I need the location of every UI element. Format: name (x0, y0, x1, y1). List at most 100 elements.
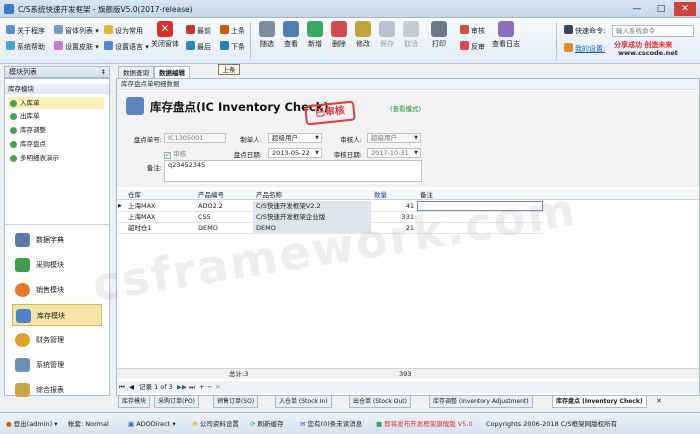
prev-button[interactable]: 上条 (220, 24, 245, 38)
approve-button[interactable]: 审核 (460, 24, 485, 38)
maximize-button[interactable]: □ (650, 2, 672, 16)
user-icon (564, 43, 573, 52)
module-reports[interactable]: 综合报表 (12, 379, 102, 401)
prev-page-icon[interactable]: ◀ (129, 381, 134, 393)
chevron-down-icon: ▼ (315, 135, 319, 141)
last-label: 最后 (197, 43, 211, 51)
language-button[interactable]: 设置语言 ▾ (104, 40, 149, 54)
minimize-button[interactable]: — (626, 2, 648, 16)
messages-button[interactable]: ✉ 您有(0)条未读消息 (300, 418, 362, 430)
window-list-icon (54, 25, 63, 34)
close-tab-icon[interactable]: ✕ (656, 397, 662, 405)
cancel-edit-icon[interactable]: ✕ (215, 381, 220, 393)
cell-product-code[interactable]: CS5 (195, 212, 253, 222)
print-button[interactable]: 打印 (424, 21, 454, 49)
approve-date-field[interactable]: 2017-10-31 ▼ (367, 148, 421, 158)
col-warehouse[interactable]: 仓库 (125, 190, 195, 199)
quick-command-text: 快速命令: (575, 27, 606, 35)
main-toolbar: 关于程序 系统帮助 窗体列表 ▾ 设置皮肤 ▾ 设为常用 设置语言 ▾ ✕ 关闭窗… (0, 18, 700, 64)
cell-product-code[interactable]: DEMO (195, 223, 253, 233)
quick-command-input[interactable] (612, 25, 694, 37)
next-label: 下条 (231, 43, 245, 51)
sidebar-item-stock-in[interactable]: 入库单 (8, 97, 104, 109)
db-type[interactable]: ▣ ADODirect ▾ (128, 418, 176, 430)
edit-icon (355, 21, 371, 37)
help-button[interactable]: 系统帮助 (6, 40, 45, 54)
next-page-icon[interactable]: ▶▶ (177, 381, 187, 393)
doc-tab-inventory[interactable]: 库存模块 (118, 396, 151, 408)
logout-button[interactable]: ● 登出(admin) ▾ (6, 418, 58, 430)
delete-row-icon[interactable]: − (207, 381, 212, 393)
module-sales[interactable]: 销售模块 (12, 279, 102, 301)
add-icon (307, 21, 323, 37)
unapprove-button[interactable]: 反审 (460, 40, 485, 54)
module-system[interactable]: 系统管理 (12, 354, 102, 376)
approve-icon (460, 25, 469, 34)
module-finance[interactable]: 财务管理 (12, 329, 102, 351)
pin-icon[interactable]: ‡ (102, 67, 106, 77)
date-field[interactable]: 2013-05-22 ▼ (268, 148, 322, 158)
add-row-icon[interactable]: + (199, 381, 204, 393)
company-settings-button[interactable]: ⚙ 公司资料设置 (192, 418, 239, 430)
window-list-button[interactable]: 窗体列表 ▾ (54, 24, 99, 38)
info-icon: ■ (376, 420, 383, 428)
unapprove-icon (460, 41, 469, 50)
prev-icon (220, 25, 229, 34)
print-label: 打印 (432, 40, 446, 48)
view-log-button[interactable]: 查看日志 (488, 21, 524, 49)
last-page-icon[interactable]: ⏭ (189, 381, 195, 393)
sidebar-item-stock-out[interactable]: 出库单 (8, 110, 104, 122)
cell-warehouse[interactable]: 韶时仓1 (125, 223, 195, 233)
approved-check-label: 审核 (173, 150, 187, 158)
site-url: www.cscode.net (618, 49, 678, 57)
cell-warehouse[interactable]: 上海MAX (125, 212, 195, 222)
doc-tab-check[interactable]: 库存盘点 (Inventory Check) (552, 396, 647, 408)
cell-product-code[interactable]: ADO2.2 (195, 201, 253, 211)
col-product-code[interactable]: 产品编号 (195, 190, 253, 199)
log-icon (498, 21, 514, 37)
doc-no-field[interactable]: IC1305001 (164, 133, 226, 143)
last-button[interactable]: 最后 (186, 40, 211, 54)
close-window-button[interactable]: ✕ (674, 2, 696, 16)
skin-button[interactable]: 设置皮肤 ▾ (54, 40, 99, 54)
doc-tab-stock-out[interactable]: 出仓单 (Stock Out) (349, 396, 411, 408)
refresh-cache-button[interactable]: ⟳ 刷新缓存 (250, 418, 284, 430)
close-form-label: 关闭窗体 (151, 40, 179, 48)
creator-value: 超级用户 (272, 134, 298, 142)
remark-field[interactable]: q23452345 (164, 160, 422, 182)
first-page-icon[interactable]: ⏮ (119, 381, 125, 393)
sidebar-item-adjust[interactable]: 库存调整 (8, 124, 104, 136)
sidebar-item-check[interactable]: 库存盘点 (8, 138, 104, 150)
set-favorite-button[interactable]: 设为常用 (104, 24, 143, 38)
tab-edit[interactable]: 数据编辑 (154, 66, 190, 78)
release-notice[interactable]: ■ 即将发布开发框架旗舰版 V5.0 (376, 418, 473, 430)
my-settings-link[interactable]: 我的设置: (564, 42, 605, 56)
creator-select[interactable]: 超级用户 ▼ (268, 133, 322, 143)
printer-icon (431, 21, 447, 37)
unapprove-label: 反审 (471, 43, 485, 51)
about-button[interactable]: 关于程序 (6, 24, 45, 38)
group-header[interactable]: 库存模块 (5, 84, 109, 94)
cell-warehouse[interactable]: 上海MAX (125, 201, 195, 211)
doc-tab-po[interactable]: 采购订单(PO) (154, 396, 200, 408)
cancel-button[interactable]: 取消 (396, 21, 426, 49)
tab-query[interactable]: 数据查询 (118, 66, 154, 78)
doc-tab-so[interactable]: 销售订单(SO) (213, 396, 259, 408)
sidebar-item-label: 库存盘点 (20, 140, 46, 148)
report-icon (15, 383, 30, 397)
next-button[interactable]: 下条 (220, 40, 245, 54)
col-product-name[interactable]: 产品名称 (253, 190, 371, 199)
first-button[interactable]: 最前 (186, 24, 211, 38)
module-purchase[interactable]: 采购模块 (12, 254, 102, 276)
module-inventory[interactable]: 库存模块 (12, 304, 102, 326)
doc-tab-adjust[interactable]: 库存调整 (Inventory Adjustment) (429, 396, 533, 408)
module-dictionary[interactable]: 数据字典 (12, 229, 102, 251)
doc-tab-stock-in[interactable]: 入仓单 (Stock In) (275, 396, 332, 408)
sidebar-item-multi-detail[interactable]: 多明细表演示 (8, 152, 104, 164)
cell-product-name[interactable]: C/S快速开发框架V2.2 (253, 201, 371, 211)
approved-checkbox[interactable]: ✓ 审核 (164, 148, 186, 159)
sidebar-item-label: 库存调整 (20, 126, 46, 134)
approver-select[interactable]: 超级用户 ▼ (367, 133, 421, 143)
col-qty[interactable]: 数量 (371, 190, 417, 199)
close-form-button[interactable]: ✕ 关闭窗体 (150, 21, 180, 49)
